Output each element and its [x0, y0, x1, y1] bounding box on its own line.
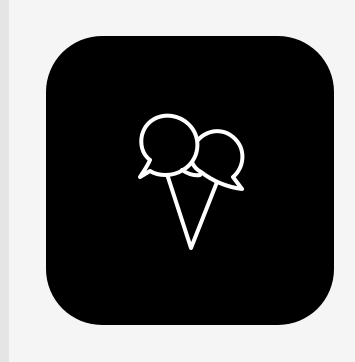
left-edge-strip — [0, 0, 9, 362]
ice-cream-icon — [138, 113, 245, 250]
app-icon-tile[interactable] — [46, 36, 334, 325]
